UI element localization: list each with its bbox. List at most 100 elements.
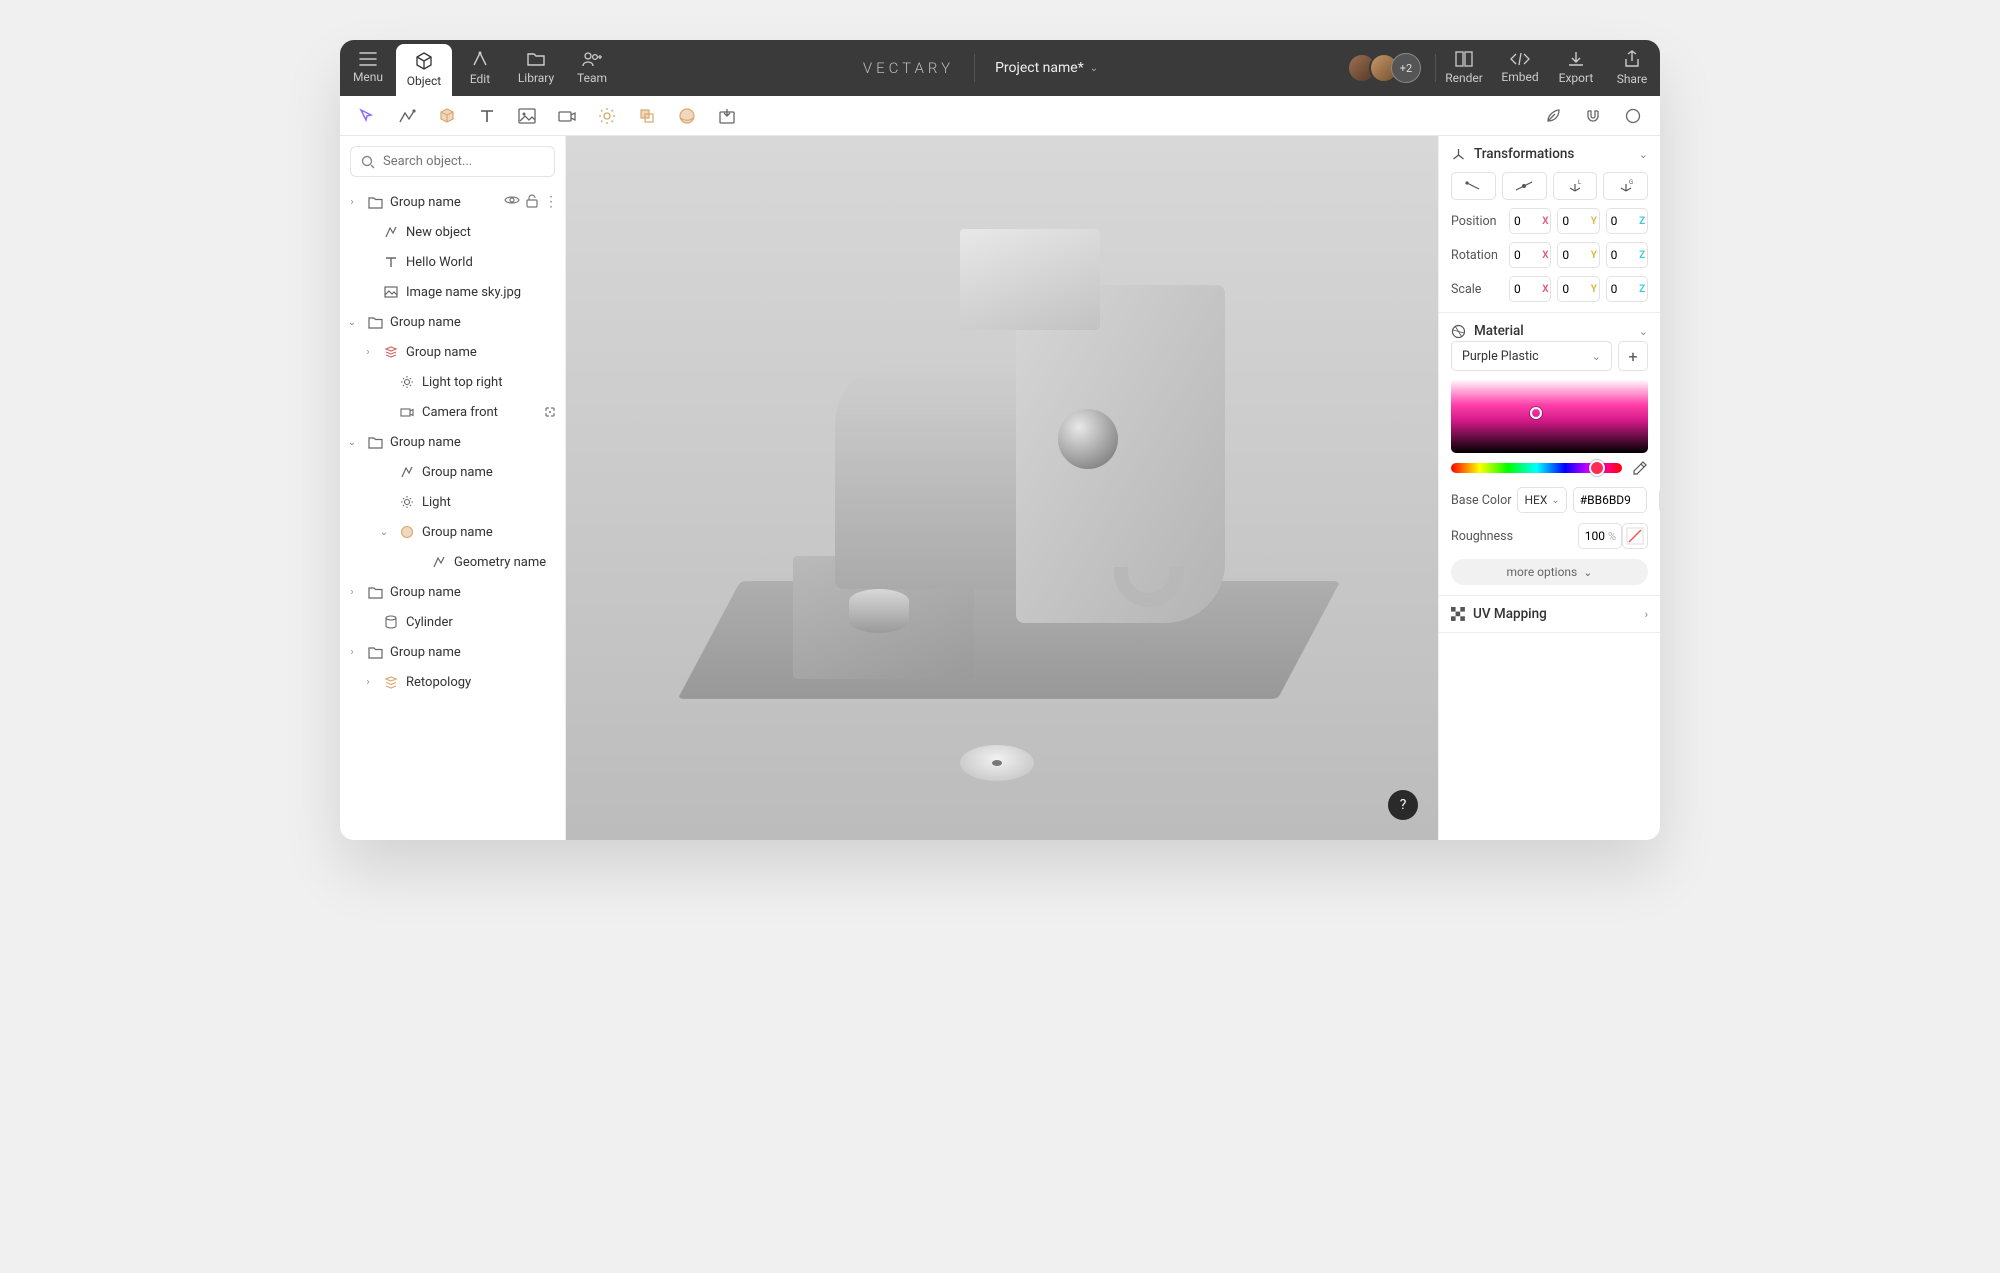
tree-row-object[interactable]: New object [340,217,565,247]
help-button[interactable]: ? [1388,790,1418,820]
tree-row-cylinder[interactable]: Cylinder [340,607,565,637]
material-icon [1451,324,1466,339]
rotation-z-input[interactable] [1607,243,1638,267]
select-tool[interactable] [348,100,386,132]
tree-row-light[interactable]: Light top right [340,367,565,397]
pivot-origin-button[interactable] [1451,172,1496,200]
position-y-field[interactable]: Y [1557,208,1599,234]
export-tool[interactable] [708,100,746,132]
scale-z-input[interactable] [1607,277,1638,301]
viewport-3d[interactable]: ? [566,136,1438,840]
edit-vertex-icon [471,50,489,68]
tree-row-object[interactable]: Group name [340,457,565,487]
tree-label: Group name [422,465,557,480]
project-name-dropdown[interactable]: Project name* ⌄ [975,40,1118,96]
share-button[interactable]: Share [1604,40,1660,96]
position-y-input[interactable] [1558,209,1589,233]
lock-open-icon[interactable] [526,194,538,210]
tree-row-light[interactable]: Light [340,487,565,517]
image-tool[interactable] [508,100,546,132]
search-input[interactable] [383,154,549,169]
position-z-input[interactable] [1607,209,1638,233]
more-icon[interactable]: ⋮ [544,194,557,210]
tree-row-image[interactable]: Image name sky.jpg [340,277,565,307]
object-tab[interactable]: Object [396,44,452,96]
library-tab[interactable]: Library [508,40,564,96]
transformations-header[interactable]: Transformations ⌄ [1451,146,1648,162]
svg-text:G: G [1629,179,1633,186]
light-icon [398,495,416,509]
mesh-tool[interactable] [628,100,666,132]
search-box[interactable] [350,146,555,177]
export-button[interactable]: Export [1548,40,1604,96]
rotation-z-field[interactable]: Z [1606,242,1648,268]
hue-thumb[interactable] [1589,460,1605,476]
vertex-tool[interactable] [388,100,426,132]
checker-icon [1451,607,1465,621]
position-z-field[interactable]: Z [1606,208,1648,234]
team-icon [582,51,602,67]
snap-toggle[interactable] [1574,100,1612,132]
tree-row-group[interactable]: › Group name [340,637,565,667]
scale-y-input[interactable] [1558,277,1589,301]
rotation-x-field[interactable]: X [1509,242,1551,268]
texture-slot[interactable] [1622,523,1648,549]
tree-row-group[interactable]: ⌄ Group name [340,427,565,457]
tree-row-camera[interactable]: Camera front [340,397,565,427]
rotation-y-input[interactable] [1558,243,1589,267]
toolbar [340,96,1660,136]
tree-row-group[interactable]: › Group name [340,337,565,367]
text-tool[interactable] [468,100,506,132]
more-options-button[interactable]: more options ⌄ [1451,559,1648,585]
position-x-input[interactable] [1510,209,1541,233]
material-header[interactable]: Material ⌄ [1451,323,1648,339]
tree-row-geometry[interactable]: Geometry name [340,547,565,577]
export-label: Export [1559,71,1594,85]
texture-slot[interactable] [1659,487,1660,513]
hamburger-icon [359,52,377,66]
primitive-tool[interactable] [428,100,466,132]
color-mode-select[interactable]: HEX ⌄ [1517,487,1566,513]
rotation-x-input[interactable] [1510,243,1541,267]
local-space-button[interactable]: L [1553,172,1598,200]
add-material-button[interactable]: + [1618,341,1648,371]
avatar-extra[interactable]: +2 [1391,53,1421,83]
menu-tab[interactable]: Menu [340,40,396,96]
tree-row-group[interactable]: ⌄ Group name [340,517,565,547]
hex-input[interactable] [1573,487,1647,513]
scale-z-field[interactable]: Z [1606,276,1648,302]
hue-slider[interactable] [1451,463,1622,473]
view-toggle[interactable] [1614,100,1652,132]
material-select[interactable]: Purple Plastic ⌄ [1451,341,1612,371]
scale-y-field[interactable]: Y [1557,276,1599,302]
tree-row-group[interactable]: ⌄ Group name [340,307,565,337]
eyedropper-icon[interactable] [1630,459,1648,477]
team-tab[interactable]: Team [564,40,620,96]
tree-row-group[interactable]: › Group name [340,577,565,607]
eye-icon[interactable] [504,194,520,210]
embed-button[interactable]: Embed [1492,40,1548,96]
material-tool[interactable] [668,100,706,132]
camera-tool[interactable] [548,100,586,132]
tree-row-retopology[interactable]: › Retopology [340,667,565,697]
tree-label: Cylinder [406,615,557,630]
pivot-center-button[interactable] [1502,172,1547,200]
render-button[interactable]: Render [1436,40,1492,96]
light-tool[interactable] [588,100,626,132]
scale-x-input[interactable] [1510,277,1541,301]
roughness-input[interactable] [1578,523,1622,549]
leaf-toggle[interactable] [1534,100,1572,132]
tree-row-text[interactable]: Hello World [340,247,565,277]
color-field[interactable] [1451,379,1648,453]
color-field-thumb[interactable] [1530,407,1542,419]
target-icon[interactable] [543,405,557,419]
position-x-field[interactable]: X [1509,208,1551,234]
rotation-y-field[interactable]: Y [1557,242,1599,268]
scale-x-field[interactable]: X [1509,276,1551,302]
share-icon [1625,50,1639,68]
scale-label: Scale [1451,282,1503,297]
tree-row-group[interactable]: › Group name ⋮ [340,187,565,217]
global-space-button[interactable]: G [1603,172,1648,200]
uv-mapping-header[interactable]: UV Mapping › [1451,606,1648,622]
edit-tab[interactable]: Edit [452,40,508,96]
